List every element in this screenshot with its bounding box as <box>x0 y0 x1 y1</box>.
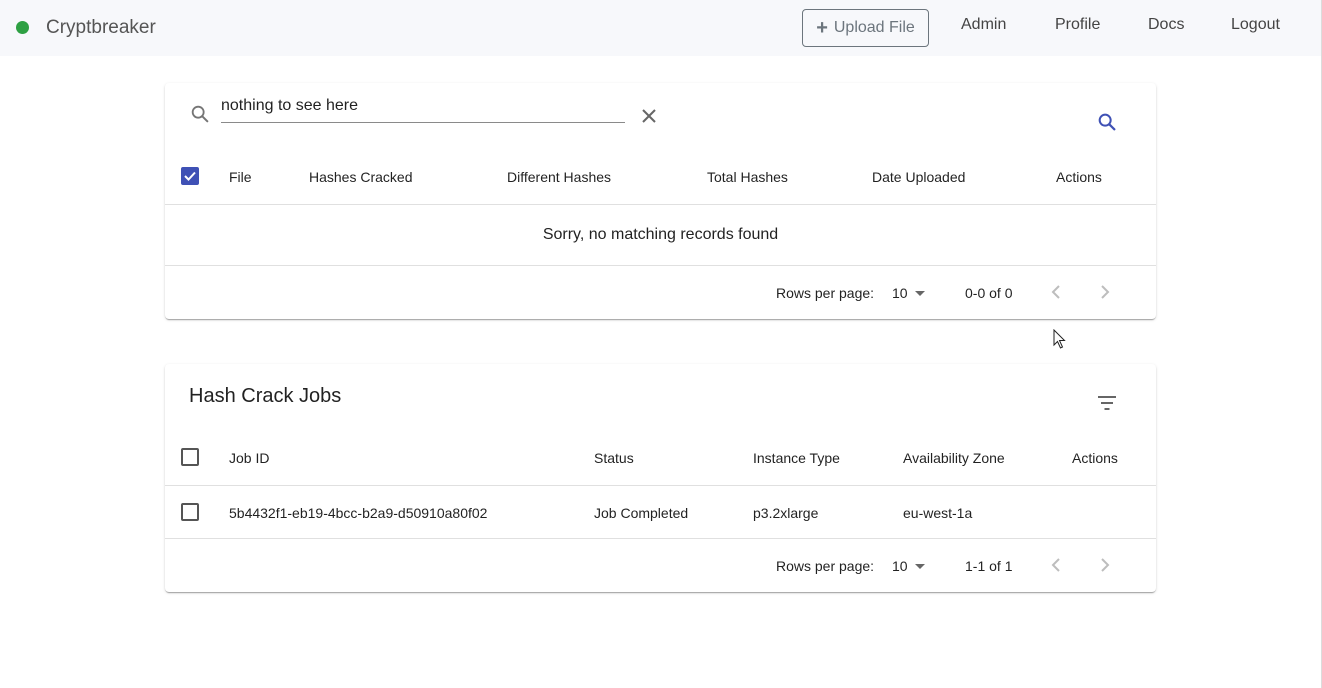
search-input[interactable]: nothing to see here <box>221 97 625 123</box>
pagination-range: 0-0 of 0 <box>965 285 1013 301</box>
column-header-total-hashes[interactable]: Total Hashes <box>707 169 788 185</box>
nav-link-admin[interactable]: Admin <box>961 16 1006 34</box>
nav-link-logout[interactable]: Logout <box>1231 16 1280 34</box>
mouse-cursor-icon <box>1053 329 1066 349</box>
header-divider <box>165 204 1156 205</box>
nav-link-profile[interactable]: Profile <box>1055 16 1100 34</box>
search-icon <box>191 105 209 123</box>
status-cell: Job Completed <box>594 505 689 521</box>
pagination-range: 1-1 of 1 <box>965 558 1013 574</box>
availability-zone-cell: eu-west-1a <box>903 505 973 521</box>
chevron-right-icon[interactable] <box>1097 283 1113 301</box>
column-header-different-hashes[interactable]: Different Hashes <box>507 169 611 185</box>
empty-message: Sorry, no matching records found <box>542 226 779 243</box>
body-divider <box>165 265 1156 266</box>
caret-down-icon <box>915 564 925 569</box>
column-header-availability-zone[interactable]: Availability Zone <box>903 450 1005 466</box>
instance-type-cell: p3.2xlarge <box>753 505 819 521</box>
select-all-checkbox[interactable] <box>181 167 199 185</box>
upload-file-label: Upload File <box>833 19 915 36</box>
job-id-cell: 5b4432f1-eb19-4bcc-b2a9-d50910a80f02 <box>229 505 488 521</box>
column-header-status[interactable]: Status <box>594 450 634 466</box>
jobs-table-card: Hash Crack Jobs Job ID Status Instance T… <box>165 364 1156 592</box>
rows-per-page-select[interactable]: 10 <box>892 556 928 576</box>
chevron-right-icon[interactable] <box>1097 556 1113 574</box>
column-header-job-id[interactable]: Job ID <box>229 450 269 466</box>
upload-file-button[interactable]: + Upload File <box>802 9 929 47</box>
nav-link-docs[interactable]: Docs <box>1148 16 1184 34</box>
status-dot-icon <box>16 21 29 34</box>
chevron-left-icon[interactable] <box>1049 556 1065 574</box>
rows-per-page-label: Rows per page: <box>776 285 875 301</box>
plus-icon: + <box>816 17 828 39</box>
rows-per-page-value: 10 <box>892 285 908 301</box>
chevron-left-icon[interactable] <box>1049 283 1065 301</box>
toolbar-search-icon[interactable] <box>1096 111 1118 133</box>
brand-title[interactable]: Cryptbreaker <box>46 17 156 39</box>
rows-per-page-select[interactable]: 10 <box>892 283 928 303</box>
rows-per-page-value: 10 <box>892 558 908 574</box>
row-checkbox[interactable] <box>181 503 199 521</box>
caret-down-icon <box>915 291 925 296</box>
select-all-jobs-checkbox[interactable] <box>181 448 199 466</box>
table-row[interactable]: 5b4432f1-eb19-4bcc-b2a9-d50910a80f02 Job… <box>165 486 1156 538</box>
search-input-value: nothing to see here <box>221 97 358 114</box>
filter-icon[interactable] <box>1097 395 1117 411</box>
files-table-card: nothing to see here File Hashes Cracked … <box>165 83 1156 319</box>
column-header-actions[interactable]: Actions <box>1056 169 1102 185</box>
check-icon <box>184 171 196 181</box>
column-header-instance-type[interactable]: Instance Type <box>753 450 840 466</box>
column-header-date-uploaded[interactable]: Date Uploaded <box>872 169 965 185</box>
navbar: Cryptbreaker + Upload File Admin Profile… <box>0 0 1322 56</box>
jobs-table-title: Hash Crack Jobs <box>189 385 342 407</box>
body-divider <box>165 538 1156 539</box>
rows-per-page-label: Rows per page: <box>776 558 875 574</box>
column-header-file[interactable]: File <box>229 169 252 185</box>
column-header-actions[interactable]: Actions <box>1072 450 1118 466</box>
column-header-hashes-cracked[interactable]: Hashes Cracked <box>309 169 413 185</box>
clear-search-icon[interactable] <box>640 107 658 125</box>
